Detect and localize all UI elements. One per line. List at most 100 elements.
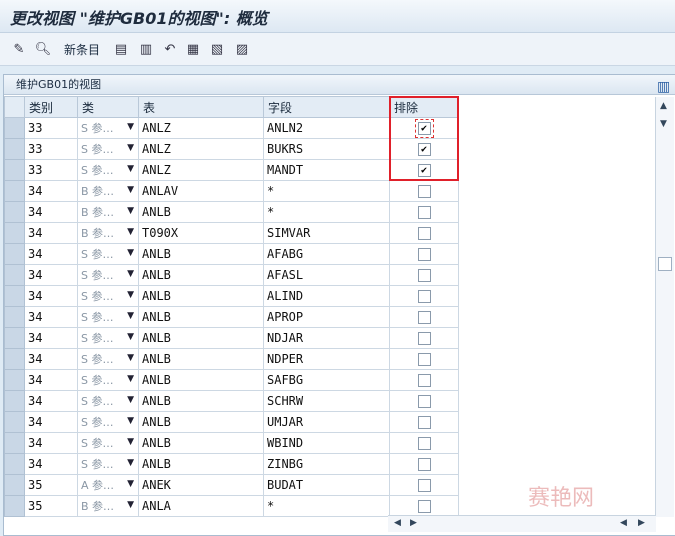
table-row[interactable]: 34 S 参… ▼ ANLB APROP	[4, 306, 459, 328]
scroll-up-icon[interactable]: ▲	[660, 101, 667, 111]
exclude-cell[interactable]	[389, 495, 459, 517]
exclude-checkbox[interactable]	[417, 185, 431, 198]
exclude-checkbox[interactable]: ✔	[414, 119, 434, 138]
table-cell[interactable]: ANEK	[138, 474, 264, 496]
table-row[interactable]: 33 S 参… ▼ ANLZ MANDT ✔	[4, 159, 459, 181]
row-selector[interactable]	[4, 222, 25, 244]
table-row[interactable]: 34 S 参… ▼ ANLB AFABG	[4, 243, 459, 265]
exclude-cell[interactable]	[389, 285, 459, 307]
table-row[interactable]: 35 B 参… ▼ ANLA *	[4, 495, 459, 517]
dropdown-arrow-icon[interactable]: ▼	[127, 269, 134, 279]
scroll-thumb[interactable]	[658, 257, 672, 271]
field-cell[interactable]: SCHRW	[263, 390, 390, 412]
table-row[interactable]: 35 A 参… ▼ ANEK BUDAT	[4, 474, 459, 496]
row-selector[interactable]	[4, 201, 25, 223]
category-cell[interactable]: 34	[24, 201, 78, 223]
class-cell[interactable]: S 参… ▼	[77, 159, 139, 181]
table-cell[interactable]: T090X	[138, 222, 264, 244]
row-selector-header[interactable]	[4, 96, 25, 118]
field-cell[interactable]: NDPER	[263, 348, 390, 370]
exclude-checkbox[interactable]	[417, 248, 431, 261]
table-row[interactable]: 34 S 参… ▼ ANLB SAFBG	[4, 369, 459, 391]
exclude-cell[interactable]: ✔	[389, 138, 459, 160]
exclude-cell[interactable]	[389, 327, 459, 349]
exclude-checkbox[interactable]	[417, 353, 431, 366]
table-row[interactable]: 33 S 参… ▼ ANLZ ANLN2 ✔	[4, 117, 459, 139]
table-cell[interactable]: ANLZ	[138, 138, 264, 160]
exclude-checkbox[interactable]	[417, 479, 431, 492]
select-all-icon[interactable]: ▦	[184, 40, 202, 58]
row-selector[interactable]	[4, 138, 25, 160]
exclude-checkbox[interactable]	[417, 395, 431, 408]
class-cell[interactable]: S 参… ▼	[77, 390, 139, 412]
field-cell[interactable]: *	[263, 201, 390, 223]
row-selector[interactable]	[4, 243, 25, 265]
class-cell[interactable]: S 参… ▼	[77, 117, 139, 139]
exclude-cell[interactable]	[389, 390, 459, 412]
vertical-scrollbar[interactable]: ▥ ▲ ▼	[655, 79, 674, 517]
table-cell[interactable]: ANLB	[138, 369, 264, 391]
horizontal-scrollbar[interactable]: ◀ ▶ ◀ ▶	[388, 515, 656, 532]
exclude-cell[interactable]	[389, 201, 459, 223]
category-cell[interactable]: 33	[24, 159, 78, 181]
field-cell[interactable]: ZINBG	[263, 453, 390, 475]
exclude-checkbox[interactable]	[417, 290, 431, 303]
column-header-field[interactable]: 字段	[263, 96, 390, 118]
dropdown-arrow-icon[interactable]: ▼	[127, 395, 134, 405]
dropdown-arrow-icon[interactable]: ▼	[127, 437, 134, 447]
category-cell[interactable]: 34	[24, 264, 78, 286]
dropdown-arrow-icon[interactable]: ▼	[127, 332, 134, 342]
row-selector[interactable]	[4, 411, 25, 433]
scroll-left-end-icon[interactable]: ◀	[620, 518, 627, 528]
exclude-cell[interactable]	[389, 474, 459, 496]
category-cell[interactable]: 34	[24, 285, 78, 307]
scroll-right-end-icon[interactable]: ▶	[638, 518, 645, 528]
field-cell[interactable]: BUDAT	[263, 474, 390, 496]
dropdown-arrow-icon[interactable]: ▼	[127, 227, 134, 237]
category-cell[interactable]: 34	[24, 306, 78, 328]
category-cell[interactable]: 34	[24, 348, 78, 370]
table-row[interactable]: 34 S 参… ▼ ANLB ALIND	[4, 285, 459, 307]
table-cell[interactable]: ANLB	[138, 432, 264, 454]
table-cell[interactable]: ANLB	[138, 306, 264, 328]
new-entries-button[interactable]: 新条目	[64, 41, 100, 58]
dropdown-arrow-icon[interactable]: ▼	[127, 374, 134, 384]
table-cell[interactable]: ANLB	[138, 243, 264, 265]
table-cell[interactable]: ANLB	[138, 264, 264, 286]
exclude-checkbox[interactable]	[417, 458, 431, 471]
table-row[interactable]: 34 S 参… ▼ ANLB WBIND	[4, 432, 459, 454]
field-cell[interactable]: ALIND	[263, 285, 390, 307]
row-selector[interactable]	[4, 159, 25, 181]
column-header-table[interactable]: 表	[138, 96, 264, 118]
table-row[interactable]: 33 S 参… ▼ ANLZ BUKRS ✔	[4, 138, 459, 160]
category-cell[interactable]: 34	[24, 453, 78, 475]
exclude-cell[interactable]	[389, 411, 459, 433]
exclude-checkbox[interactable]	[417, 374, 431, 387]
class-cell[interactable]: S 参… ▼	[77, 285, 139, 307]
select-block-icon[interactable]: ▧	[208, 40, 226, 58]
class-cell[interactable]: A 参… ▼	[77, 474, 139, 496]
exclude-checkbox[interactable]	[417, 269, 431, 282]
dropdown-arrow-icon[interactable]: ▼	[127, 416, 134, 426]
exclude-cell[interactable]	[389, 432, 459, 454]
exclude-checkbox[interactable]: ✔	[417, 143, 431, 156]
field-cell[interactable]: *	[263, 180, 390, 202]
category-cell[interactable]: 34	[24, 369, 78, 391]
dropdown-arrow-icon[interactable]: ▼	[127, 206, 134, 216]
scroll-left-icon[interactable]: ◀	[394, 518, 401, 528]
exclude-cell[interactable]: ✔	[389, 117, 459, 139]
table-row[interactable]: 34 B 参… ▼ ANLAV *	[4, 180, 459, 202]
category-cell[interactable]: 34	[24, 390, 78, 412]
field-cell[interactable]: MANDT	[263, 159, 390, 181]
row-selector[interactable]	[4, 264, 25, 286]
exclude-cell[interactable]	[389, 180, 459, 202]
table-row[interactable]: 34 S 参… ▼ ANLB UMJAR	[4, 411, 459, 433]
table-row[interactable]: 34 B 参… ▼ ANLB *	[4, 201, 459, 223]
exclude-checkbox[interactable]: ✔	[417, 164, 431, 177]
field-cell[interactable]: APROP	[263, 306, 390, 328]
field-cell[interactable]: NDJAR	[263, 327, 390, 349]
dropdown-arrow-icon[interactable]: ▼	[127, 122, 134, 132]
column-header-category[interactable]: 类别	[24, 96, 78, 118]
field-cell[interactable]: *	[263, 495, 390, 517]
class-cell[interactable]: B 参… ▼	[77, 180, 139, 202]
